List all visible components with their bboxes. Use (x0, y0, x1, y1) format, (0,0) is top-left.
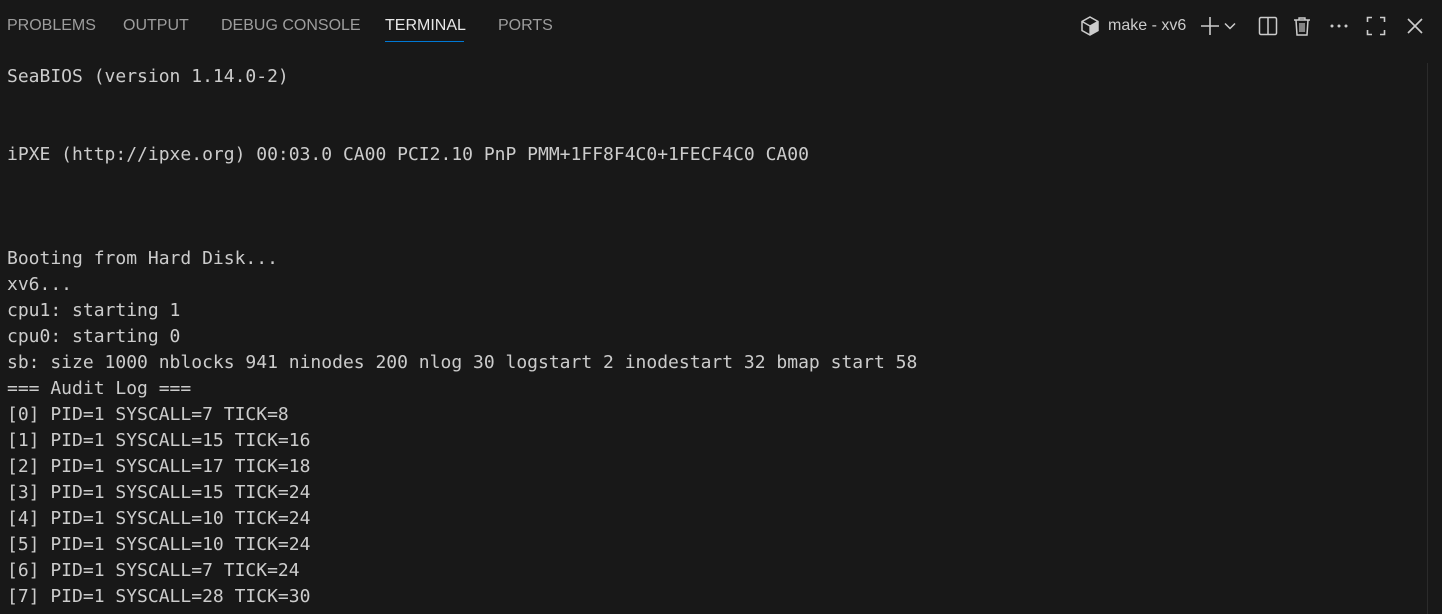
chevron-down-icon[interactable] (1220, 12, 1240, 40)
tab-debug-console[interactable]: DEBUG CONSOLE (221, 0, 361, 52)
split-icon[interactable] (1254, 12, 1282, 40)
terminal-line: [3] PID=1 SYSCALL=15 TICK=24 (7, 482, 311, 503)
terminal-line: sb: size 1000 nblocks 941 ninodes 200 nl… (7, 352, 918, 373)
panel-tab-bar: PROBLEMS OUTPUT DEBUG CONSOLE TERMINAL P… (0, 0, 1442, 52)
tab-output[interactable]: OUTPUT (123, 0, 189, 52)
terminal-line: cpu0: starting 0 (7, 326, 181, 347)
terminal-line: [1] PID=1 SYSCALL=15 TICK=16 (7, 430, 311, 451)
active-tab-indicator (385, 41, 464, 42)
tab-ports[interactable]: PORTS (498, 0, 553, 52)
terminal-line: === Audit Log === (7, 378, 192, 399)
terminal-line: xv6... (7, 274, 73, 295)
terminal-output[interactable]: SeaBIOS (version 1.14.0-2) iPXE (http://… (0, 52, 1426, 614)
terminal-line: [2] PID=1 SYSCALL=17 TICK=18 (7, 456, 311, 477)
terminal-line: [0] PID=1 SYSCALL=7 TICK=8 (7, 404, 289, 425)
terminal-line: [4] PID=1 SYSCALL=10 TICK=24 (7, 508, 311, 529)
maximize-icon[interactable] (1362, 12, 1390, 40)
terminal-line: [6] PID=1 SYSCALL=7 TICK=24 (7, 560, 300, 581)
terminal-panel: PROBLEMS OUTPUT DEBUG CONSOLE TERMINAL P… (0, 0, 1442, 614)
tab-terminal[interactable]: TERMINAL (385, 0, 466, 52)
terminal-line: [7] PID=1 SYSCALL=28 TICK=30 (7, 586, 311, 607)
terminal-line: [5] PID=1 SYSCALL=10 TICK=24 (7, 534, 311, 555)
terminal-line: cpu1: starting 1 (7, 300, 181, 321)
more-icon[interactable] (1325, 12, 1353, 40)
terminal-line: iPXE (http://ipxe.org) 00:03.0 CA00 PCI2… (7, 144, 809, 165)
terminal-line: SeaBIOS (version 1.14.0-2) (7, 66, 289, 87)
trash-icon[interactable] (1288, 12, 1316, 40)
terminal-scrollbar[interactable] (1427, 63, 1442, 614)
tab-problems[interactable]: PROBLEMS (7, 0, 96, 52)
terminal-instance-name[interactable]: make - xv6 (1108, 0, 1186, 52)
close-icon[interactable] (1401, 12, 1429, 40)
terminal-line: Booting from Hard Disk... (7, 248, 278, 269)
terminal-cube-icon (1076, 12, 1104, 40)
